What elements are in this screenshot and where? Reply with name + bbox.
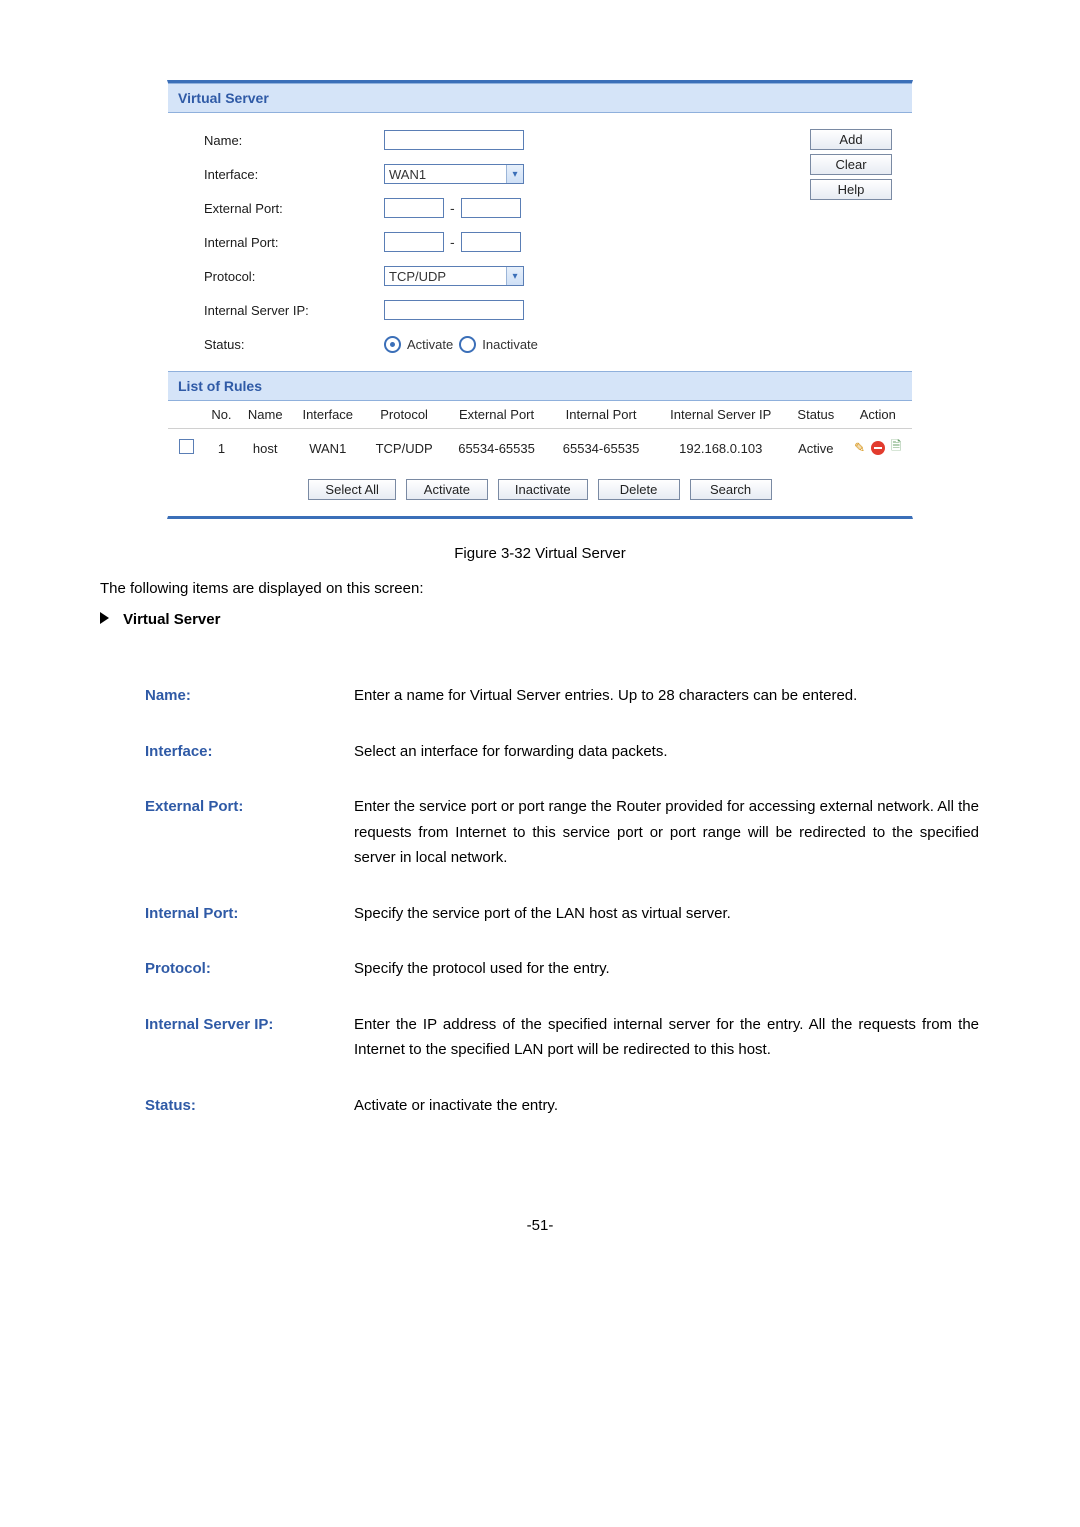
cell-interface: WAN1 — [292, 429, 364, 468]
delete-icon[interactable] — [871, 441, 885, 455]
status-label: Status: — [204, 337, 384, 352]
detail-icon[interactable]: 🗎 — [891, 437, 901, 459]
figure-caption: Figure 3-32 Virtual Server — [100, 545, 980, 562]
external-port-label: External Port: — [204, 201, 384, 216]
port-dash: - — [450, 234, 455, 250]
col-name: Name — [239, 401, 292, 429]
col-protocol: Protocol — [364, 401, 444, 429]
desc-def: Enter the IP address of the specified in… — [353, 1011, 980, 1064]
external-port-to-input[interactable] — [461, 198, 521, 218]
status-inactivate-label: Inactivate — [482, 337, 538, 352]
cell-no: 1 — [204, 429, 239, 468]
desc-term: Name: — [144, 682, 353, 710]
delete-button[interactable]: Delete — [598, 479, 680, 500]
desc-row: Internal Port: Specify the service port … — [144, 900, 980, 928]
desc-row: Status: Activate or inactivate the entry… — [144, 1092, 980, 1120]
cell-server-ip: 192.168.0.103 — [653, 429, 788, 468]
name-label: Name: — [204, 133, 384, 148]
port-dash: - — [450, 200, 455, 216]
status-activate-label: Activate — [407, 337, 453, 352]
inactivate-button[interactable]: Inactivate — [498, 479, 588, 500]
cell-int-port: 65534-65535 — [549, 429, 654, 468]
col-ext-port: External Port — [444, 401, 549, 429]
cell-name: host — [239, 429, 292, 468]
protocol-select-value: TCP/UDP — [389, 269, 446, 284]
col-action: Action — [844, 401, 912, 429]
desc-def: Activate or inactivate the entry. — [353, 1092, 980, 1120]
name-input[interactable] — [384, 130, 524, 150]
desc-def: Specify the protocol used for the entry. — [353, 955, 980, 983]
desc-term: External Port: — [144, 793, 353, 872]
interface-select-value: WAN1 — [389, 167, 426, 182]
desc-row: Internal Server IP: Enter the IP address… — [144, 1011, 980, 1064]
internal-port-label: Internal Port: — [204, 235, 384, 250]
cell-status: Active — [788, 429, 843, 468]
col-interface: Interface — [292, 401, 364, 429]
table-row: 1 host WAN1 TCP/UDP 65534-65535 65534-65… — [168, 429, 912, 468]
select-all-button[interactable]: Select All — [308, 479, 395, 500]
cell-protocol: TCP/UDP — [364, 429, 444, 468]
desc-term: Status: — [144, 1092, 353, 1120]
search-button[interactable]: Search — [690, 479, 772, 500]
internal-server-ip-input[interactable] — [384, 300, 524, 320]
desc-row: External Port: Enter the service port or… — [144, 793, 980, 872]
virtual-server-panel: Virtual Server Name: Interface: WAN1 ▾ E… — [167, 80, 913, 519]
status-activate-radio[interactable] — [384, 336, 401, 353]
intro-text: The following items are displayed on thi… — [100, 580, 980, 597]
desc-row: Interface: Select an interface for forwa… — [144, 738, 980, 766]
col-server-ip: Internal Server IP — [653, 401, 788, 429]
col-int-port: Internal Port — [549, 401, 654, 429]
cell-ext-port: 65534-65535 — [444, 429, 549, 468]
interface-label: Interface: — [204, 167, 384, 182]
page-number: -51- — [100, 1217, 980, 1234]
status-inactivate-radio[interactable] — [459, 336, 476, 353]
help-button[interactable]: Help — [810, 179, 892, 200]
internal-port-from-input[interactable] — [384, 232, 444, 252]
rules-title: List of Rules — [168, 371, 912, 401]
desc-row: Name: Enter a name for Virtual Server en… — [144, 682, 980, 710]
desc-def: Enter the service port or port range the… — [353, 793, 980, 872]
activate-button[interactable]: Activate — [406, 479, 488, 500]
add-button[interactable]: Add — [810, 129, 892, 150]
desc-def: Select an interface for forwarding data … — [353, 738, 980, 766]
desc-term: Internal Port: — [144, 900, 353, 928]
panel-title: Virtual Server — [168, 83, 912, 113]
desc-def: Enter a name for Virtual Server entries.… — [353, 682, 980, 710]
row-checkbox[interactable] — [179, 439, 194, 454]
protocol-select[interactable]: TCP/UDP ▾ — [384, 266, 524, 286]
internal-server-ip-label: Internal Server IP: — [204, 303, 384, 318]
desc-term: Interface: — [144, 738, 353, 766]
col-no: No. — [204, 401, 239, 429]
interface-select[interactable]: WAN1 ▾ — [384, 164, 524, 184]
internal-port-to-input[interactable] — [461, 232, 521, 252]
section-heading: Virtual Server — [100, 611, 980, 628]
chevron-down-icon: ▾ — [506, 267, 523, 285]
external-port-from-input[interactable] — [384, 198, 444, 218]
edit-icon[interactable]: ✎ — [854, 440, 865, 456]
desc-row: Protocol: Specify the protocol used for … — [144, 955, 980, 983]
descriptions-table: Name: Enter a name for Virtual Server en… — [144, 654, 980, 1147]
clear-button[interactable]: Clear — [810, 154, 892, 175]
arrow-right-icon — [100, 612, 109, 624]
col-status: Status — [788, 401, 843, 429]
desc-def: Specify the service port of the LAN host… — [353, 900, 980, 928]
rules-table: No. Name Interface Protocol External Por… — [168, 401, 912, 467]
desc-term: Internal Server IP: — [144, 1011, 353, 1064]
desc-term: Protocol: — [144, 955, 353, 983]
chevron-down-icon: ▾ — [506, 165, 523, 183]
protocol-label: Protocol: — [204, 269, 384, 284]
